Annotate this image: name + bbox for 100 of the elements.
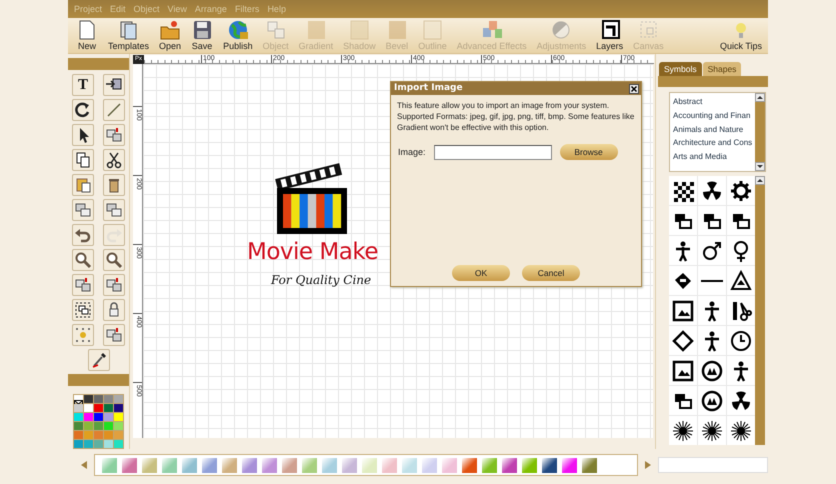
tool-button[interactable] (103, 124, 125, 146)
gradient-swatch[interactable] (582, 458, 597, 472)
symbol-tile[interactable] (669, 356, 697, 385)
symbol-tile[interactable] (698, 296, 726, 325)
symbol-tile[interactable] (669, 296, 697, 325)
color-swatch[interactable] (114, 422, 123, 430)
color-swatch[interactable] (74, 413, 83, 421)
color-swatch[interactable] (84, 422, 93, 430)
toolbar-button[interactable]: Save (191, 19, 214, 51)
category-item[interactable]: Architecture and Cons (670, 136, 755, 150)
color-swatch[interactable] (104, 440, 113, 448)
tool-button[interactable] (103, 274, 125, 296)
color-swatch[interactable] (74, 395, 83, 403)
symbol-tile[interactable] (727, 326, 755, 355)
color-swatch[interactable] (94, 395, 103, 403)
color-swatch[interactable] (74, 440, 83, 448)
toolbar-button[interactable]: Templates (108, 19, 150, 51)
color-swatch[interactable] (114, 395, 123, 403)
toolbar-button[interactable]: Publish (223, 19, 253, 51)
color-swatch[interactable] (104, 404, 113, 412)
color-swatch[interactable] (84, 413, 93, 421)
category-item[interactable]: Abstract (670, 95, 755, 109)
symbol-tile[interactable] (669, 386, 697, 415)
tool-button[interactable] (72, 224, 94, 246)
tool-button[interactable] (103, 174, 125, 196)
tool-button[interactable] (72, 124, 94, 146)
color-swatch[interactable] (114, 440, 123, 448)
color-swatch[interactable] (94, 404, 103, 412)
symbol-tile[interactable] (669, 326, 697, 355)
symbol-tile[interactable] (698, 386, 726, 415)
color-swatch[interactable] (94, 440, 103, 448)
tool-button[interactable] (88, 349, 110, 371)
color-swatch[interactable] (74, 422, 83, 430)
gradient-swatch[interactable] (482, 458, 497, 472)
color-swatch[interactable] (84, 395, 93, 403)
color-swatch[interactable] (84, 404, 93, 412)
tool-button[interactable] (103, 249, 125, 271)
ok-button[interactable]: OK (452, 265, 510, 281)
category-item[interactable]: Arts and Media (670, 150, 755, 164)
symbol-tile[interactable] (669, 176, 697, 205)
symbol-tile[interactable] (727, 176, 755, 205)
symbol-tile[interactable] (698, 416, 726, 445)
gradient-swatch[interactable] (362, 458, 377, 472)
symbol-tile[interactable] (698, 266, 726, 295)
gradient-swatch[interactable] (302, 458, 317, 472)
symbol-tile[interactable] (698, 326, 726, 355)
gradient-swatch[interactable] (142, 458, 157, 472)
gradient-swatch[interactable] (462, 458, 477, 472)
gradient-swatch[interactable] (102, 458, 117, 472)
symbol-tile[interactable] (698, 206, 726, 235)
symbol-tile[interactable] (698, 356, 726, 385)
gradient-swatch[interactable] (162, 458, 177, 472)
color-swatch[interactable] (104, 395, 113, 403)
gradient-swatch[interactable] (382, 458, 397, 472)
symbol-tile[interactable] (727, 356, 755, 385)
tool-button[interactable] (103, 199, 125, 221)
tool-button[interactable] (72, 174, 94, 196)
cancel-button[interactable]: Cancel (522, 265, 580, 281)
tool-button[interactable] (72, 274, 94, 296)
category-item[interactable]: Animals and Nature (670, 122, 755, 136)
tool-button[interactable] (103, 74, 125, 96)
tool-button[interactable] (103, 324, 125, 346)
color-swatch[interactable] (104, 422, 113, 430)
tool-button[interactable] (72, 199, 94, 221)
toolbar-button[interactable]: Layers (596, 19, 624, 51)
color-swatch[interactable] (114, 431, 123, 439)
color-swatch[interactable] (104, 413, 113, 421)
symbol-tile[interactable] (727, 206, 755, 235)
symbol-tile[interactable] (698, 236, 726, 265)
gradient-swatch[interactable] (262, 458, 277, 472)
toolbar-button[interactable]: Open (159, 19, 182, 51)
symbol-tile[interactable] (669, 206, 697, 235)
panel-tab[interactable]: Shapes (702, 62, 742, 76)
symbol-tile[interactable] (727, 266, 755, 295)
symbol-tile[interactable] (698, 176, 726, 205)
color-swatch[interactable] (84, 431, 93, 439)
gradient-swatch[interactable] (502, 458, 517, 472)
text-field[interactable] (658, 457, 768, 473)
panel-tab[interactable]: Symbols (659, 62, 702, 76)
toolbar-button[interactable]: Quick Tips (720, 19, 762, 51)
gradient-swatch[interactable] (562, 458, 577, 472)
gradient-swatch[interactable] (202, 458, 217, 472)
gradient-swatch[interactable] (342, 458, 357, 472)
symbol-tile[interactable] (727, 416, 755, 445)
gradient-swatch[interactable] (322, 458, 337, 472)
tool-button[interactable] (72, 249, 94, 271)
browse-button[interactable]: Browse (560, 144, 618, 160)
tool-button[interactable] (72, 149, 94, 171)
gradient-swatch[interactable] (282, 458, 297, 472)
tool-button[interactable]: T (72, 74, 94, 96)
symbol-tile[interactable] (727, 236, 755, 265)
color-swatch[interactable] (104, 431, 113, 439)
gradient-swatch[interactable] (242, 458, 257, 472)
color-swatch[interactable] (94, 413, 103, 421)
color-swatch[interactable] (114, 404, 123, 412)
color-swatch[interactable] (94, 431, 103, 439)
symbol-tile[interactable] (727, 296, 755, 325)
close-icon[interactable] (629, 84, 639, 94)
color-swatch[interactable] (74, 431, 83, 439)
gradient-swatch[interactable] (442, 458, 457, 472)
